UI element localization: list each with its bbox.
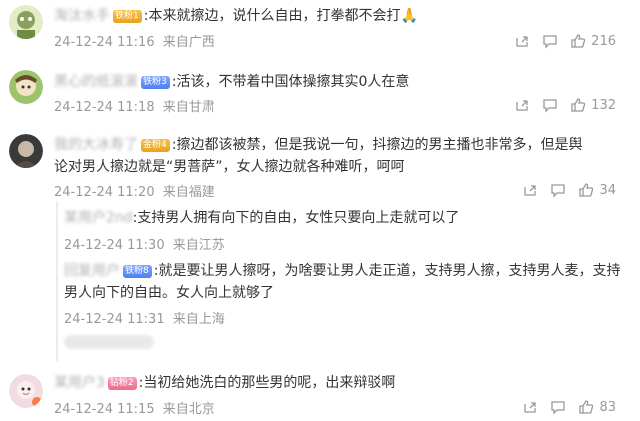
fan-badge: 铁粉1 [113,10,142,23]
comment-button[interactable] [542,33,558,49]
like-count: 34 [599,182,616,198]
comment-text: 活该，不带着中国体操擦其实0人在意 [176,74,410,90]
share-icon [524,185,537,196]
comment-text: 本来就擦边，说什么自由，打拳都不会打 [148,8,401,24]
like-button[interactable]: 216 [570,33,616,49]
location: 来自江苏 [172,238,225,253]
like-button[interactable]: 132 [570,97,616,113]
avatar[interactable] [9,70,43,104]
location: 来自北京 [162,402,215,417]
username[interactable]: 某用户2nd [64,207,133,229]
comment-meta: 24-12-24 11:16 来自广西 [54,31,219,50]
share-button[interactable] [514,33,530,49]
comment-icon [543,99,557,113]
username[interactable]: 我的大冰寿了 [54,134,138,156]
timestamp: 24-12-24 11:20 [54,185,155,200]
comment-text-line2: 论对男人擦边就是“男菩萨”，女人擦边就各种难听，呵呵 [54,159,405,175]
comment-actions: 83 [510,397,616,417]
timestamp: 24-12-24 11:16 [54,35,155,50]
location: 来自上海 [172,312,225,327]
reply-text-line2: 男人向下的自由。女人向上就够了 [64,285,274,301]
location: 来自广西 [162,35,215,50]
avatar[interactable] [9,134,43,168]
comment-meta: 24-12-24 11:18 来自甘肃 [54,96,219,115]
share-icon [524,402,537,413]
fan-badge: 钻粉2 [107,377,137,390]
comment-text: 当初给她洗白的那些男的呢，出来辩驳啊 [143,375,396,391]
share-button[interactable] [514,97,530,113]
comment-icon [551,184,566,198]
comment-button[interactable] [550,182,566,198]
share-button[interactable] [522,182,538,198]
comment-4: 某用户3 钻粉2:当初给她洗白的那些男的呢，出来辩驳啊 24-12-24 11:1… [0,366,640,421]
comment-icon [551,401,566,415]
like-button[interactable]: 83 [578,399,616,415]
comment-2: 黑心的纸滚滚 铁粉3:活该，不带着中国体操擦其实0人在意 24-12-24 11:… [0,68,640,128]
comment-icon [543,35,557,49]
like-button[interactable]: 34 [578,182,616,198]
fan-badge: 金粉4 [141,139,170,152]
fan-badge: 铁粉3 [141,76,170,89]
more-replies-link[interactable] [64,335,154,349]
reply-meta: 24-12-24 11:30 来自江苏 [64,234,229,253]
thumbs-up-icon [579,400,594,414]
pray-emoji-icon: 🙏 [400,8,418,24]
location: 来自福建 [162,185,215,200]
location: 来自甘肃 [162,100,215,115]
comment-meta: 24-12-24 11:20 来自福建 [54,181,219,200]
fan-badge: 铁粉8 [123,265,152,278]
timestamp: 24-12-24 11:18 [54,100,155,115]
comment-actions: 132 [502,95,616,115]
reply-thread: 某用户2nd:支持男人拥有向下的自由，女性只要向上走就可以了 24-12-24 … [56,201,640,361]
thumbs-up-icon [571,34,586,48]
comment-1: 淘汰水手 铁粉1:本来就擦边，说什么自由，打拳都不会打🙏 24-12-24 11:… [0,0,640,68]
comment-button[interactable] [550,399,566,415]
like-count: 132 [591,97,616,113]
username[interactable]: 某用户3 [54,372,105,394]
reply-text-line1: 就是要让男人擦呀，为啥要让男人走正道，支持男人擦，支持男人麦，支持 [158,263,621,279]
comment-button[interactable] [542,97,558,113]
avatar[interactable] [9,374,43,408]
share-icon [516,36,528,47]
username[interactable]: 黑心的纸滚滚 [54,71,138,93]
comment-3: 我的大冰寿了 金粉4:擦边都该被禁，但是我说一句，抖擦边的男主播也非常多，但是舆 … [0,128,640,202]
comment-text-line1: 擦边都该被禁，但是我说一句，抖擦边的男主播也非常多，但是舆 [176,137,583,153]
comment-meta: 24-12-24 11:15 来自北京 [54,398,219,417]
thumbs-up-icon [571,98,586,112]
share-icon [516,100,528,111]
like-count: 216 [591,33,616,49]
username[interactable]: 回复用户 [64,260,120,282]
comment-actions: 216 [502,31,616,51]
timestamp: 24-12-24 11:15 [54,402,155,417]
like-count: 83 [599,399,616,415]
reply-text: 支持男人拥有向下的自由，女性只要向上走就可以了 [137,210,460,226]
thumbs-up-icon [579,183,594,197]
comment-actions: 34 [510,180,616,200]
share-button[interactable] [522,399,538,415]
username[interactable]: 淘汰水手 [54,5,110,27]
avatar[interactable] [9,5,43,39]
reply-meta: 24-12-24 11:31 来自上海 [64,308,229,327]
timestamp: 24-12-24 11:31 [64,312,165,327]
timestamp: 24-12-24 11:30 [64,238,165,253]
